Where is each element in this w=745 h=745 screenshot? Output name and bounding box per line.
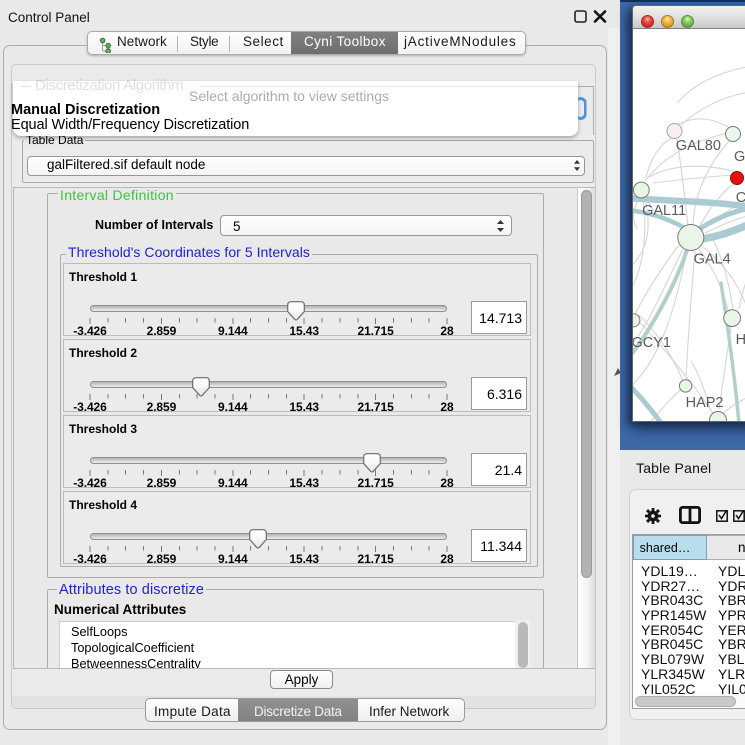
svg-text:H: H: [736, 332, 745, 348]
svg-text:GAL4: GAL4: [694, 251, 731, 267]
svg-text:GA: GA: [734, 149, 745, 165]
svg-text:HAP2: HAP2: [686, 395, 724, 411]
svg-text:GAL11: GAL11: [642, 203, 686, 219]
svg-text:C: C: [736, 190, 745, 206]
svg-text:GCY1: GCY1: [633, 335, 671, 351]
svg-text:GAL80: GAL80: [676, 138, 721, 154]
